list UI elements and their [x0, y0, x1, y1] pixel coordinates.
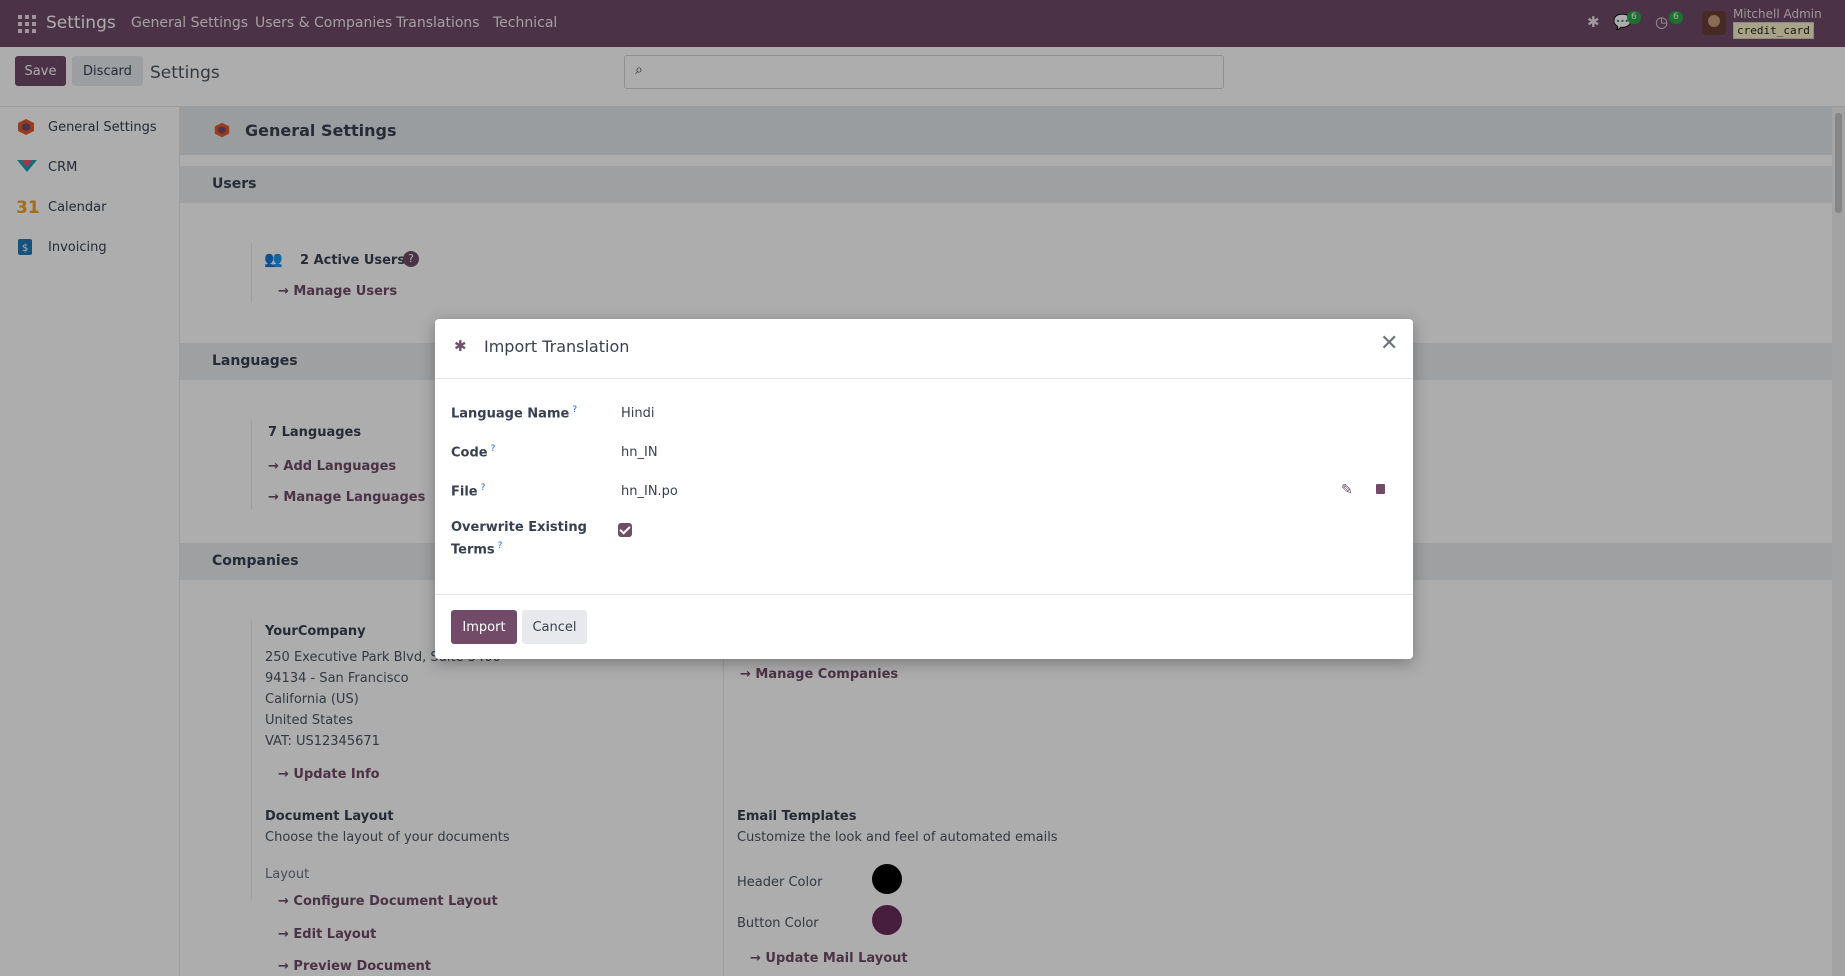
help-tooltip-icon[interactable]: ?	[498, 541, 503, 551]
help-tooltip-icon[interactable]: ?	[491, 444, 496, 454]
help-tooltip-icon[interactable]: ?	[572, 405, 577, 415]
debug-bug-icon: ✱	[454, 337, 467, 355]
cancel-button[interactable]: Cancel	[522, 610, 587, 644]
language-name-label: Language Name?	[451, 405, 577, 421]
file-field[interactable]: hn_IN.po	[621, 484, 678, 499]
field-label-text: Language Name	[451, 406, 570, 422]
field-label-text: Code	[451, 445, 488, 461]
overwrite-terms-label-cont: Terms?	[451, 541, 502, 557]
field-label-text: Terms	[451, 542, 495, 558]
language-name-field[interactable]: Hindi	[621, 406, 655, 421]
close-icon[interactable]: ✕	[1380, 333, 1398, 355]
import-translation-dialog: ✱ Import Translation ✕ Language Name? Hi…	[435, 319, 1413, 659]
edit-pencil-icon[interactable]: ✎	[1341, 482, 1353, 498]
dialog-header: ✱ Import Translation ✕	[435, 319, 1413, 379]
help-tooltip-icon[interactable]: ?	[481, 483, 486, 493]
import-button[interactable]: Import	[451, 610, 517, 644]
overwrite-terms-label: Overwrite Existing	[451, 520, 587, 535]
field-label-text: File	[451, 484, 478, 500]
file-label: File?	[451, 483, 485, 499]
dialog-title: Import Translation	[484, 337, 630, 356]
overwrite-checkbox[interactable]	[618, 523, 632, 537]
field-label-text: Overwrite Existing	[451, 520, 587, 535]
delete-trash-icon[interactable]	[1376, 484, 1385, 494]
dialog-footer: Import Cancel	[435, 594, 1413, 660]
code-field[interactable]: hn_IN	[621, 445, 658, 460]
code-label: Code?	[451, 444, 495, 460]
